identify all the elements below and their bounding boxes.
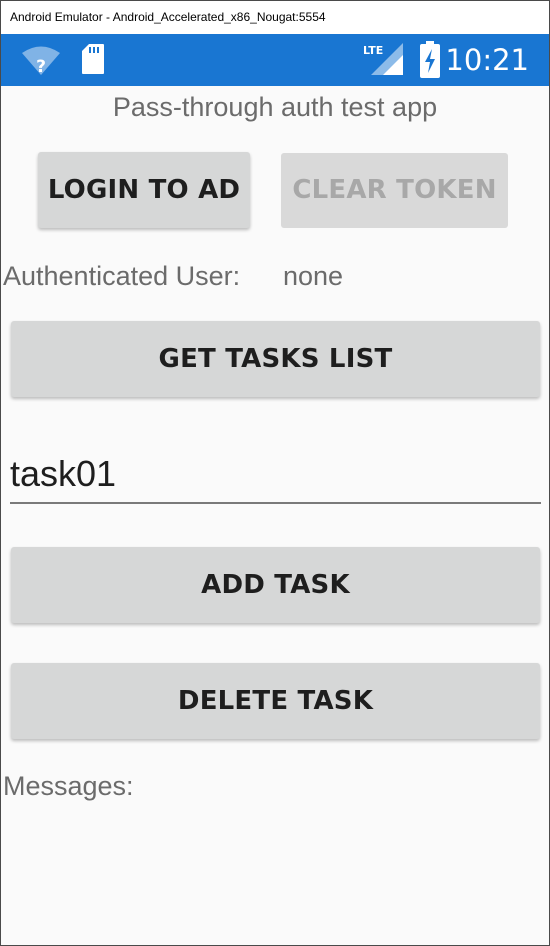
svg-text:?: ? bbox=[36, 57, 46, 76]
clear-token-button[interactable]: CLEAR TOKEN bbox=[281, 153, 508, 228]
messages-label: Messages: bbox=[3, 771, 134, 801]
lte-label: LTE bbox=[363, 44, 383, 57]
add-task-button[interactable]: ADD TASK bbox=[11, 547, 540, 623]
wifi-question-icon: ? bbox=[22, 46, 60, 76]
delete-task-button[interactable]: DELETE TASK bbox=[11, 663, 540, 739]
login-button[interactable]: LOGIN TO AD bbox=[38, 152, 250, 228]
app-content: Pass-through auth test app LOGIN TO AD C… bbox=[1, 86, 549, 945]
get-tasks-list-button[interactable]: GET TASKS LIST bbox=[11, 321, 540, 397]
app-title: Pass-through auth test app bbox=[112, 92, 438, 122]
authenticated-user-label: Authenticated User: bbox=[3, 261, 241, 291]
sd-card-icon bbox=[82, 44, 104, 74]
authenticated-user-value: none bbox=[283, 261, 344, 291]
window-titlebar: Android Emulator - Android_Accelerated_x… bbox=[1, 1, 549, 34]
task-name-input[interactable] bbox=[10, 446, 541, 504]
android-status-bar: ? LTE 10:21 bbox=[1, 34, 549, 86]
status-time: 10:21 bbox=[445, 43, 529, 77]
lte-signal-icon: LTE bbox=[363, 43, 403, 75]
battery-charging-icon bbox=[420, 41, 440, 78]
emulator-window: Android Emulator - Android_Accelerated_x… bbox=[0, 0, 550, 946]
